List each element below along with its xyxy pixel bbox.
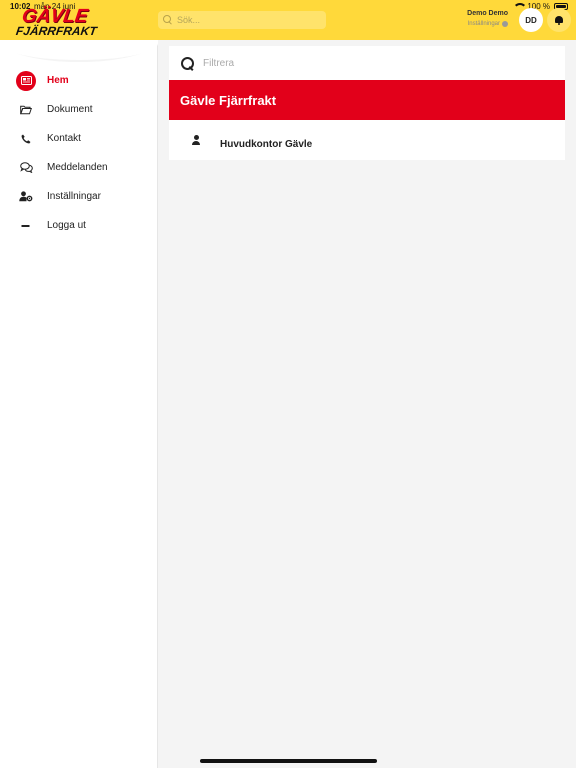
- sidebar-item-label: Logga ut: [47, 220, 86, 231]
- user-settings-label: Inställningar: [467, 21, 500, 27]
- sidebar-curve: [0, 40, 158, 62]
- notifications-button[interactable]: [547, 8, 571, 32]
- folder-open-icon: [18, 102, 34, 118]
- app-header: 10:02 mån 24 juni 100 % GÄVLE FJÄRRFRAKT…: [0, 0, 576, 40]
- logo-text-bottom: FJÄRRFRAKT: [15, 24, 98, 38]
- minus-icon: [18, 218, 34, 234]
- company-logo[interactable]: GÄVLE FJÄRRFRAKT: [14, 6, 104, 38]
- wifi-icon: [513, 3, 528, 10]
- search-input[interactable]: [177, 15, 317, 25]
- filter-input[interactable]: [203, 57, 533, 69]
- sidebar-item-label: Meddelanden: [47, 162, 108, 173]
- group-header: Gävle Fjärrfrakt: [169, 80, 565, 120]
- sidebar-item-hem[interactable]: Hem: [0, 66, 158, 95]
- user-info[interactable]: Demo Demo Inställningar: [467, 10, 508, 27]
- avatar[interactable]: DD: [519, 8, 543, 32]
- search-icon: [181, 56, 194, 70]
- phone-icon: [18, 131, 34, 147]
- newspaper-icon: [16, 70, 36, 91]
- sidebar-item-dokument[interactable]: Dokument: [0, 95, 158, 124]
- home-indicator[interactable]: [200, 759, 377, 763]
- search-icon: [163, 15, 173, 25]
- user-gear-icon: [18, 189, 34, 205]
- sidebar-item-label: Kontakt: [47, 133, 81, 144]
- sidebar-item-kontakt[interactable]: Kontakt: [0, 124, 158, 153]
- contact-name: Huvudkontor Gävle: [220, 138, 313, 150]
- sidebar-item-label: Hem: [47, 75, 69, 86]
- user-name: Demo Demo: [467, 10, 508, 17]
- sidebar-item-installningar[interactable]: Inställningar: [0, 182, 158, 211]
- sidebar-item-logga-ut[interactable]: Logga ut: [0, 211, 158, 240]
- person-icon: [191, 135, 201, 145]
- user-gear-icon: [502, 21, 508, 27]
- filter-bar[interactable]: [169, 46, 565, 80]
- group-title: Gävle Fjärrfrakt: [180, 92, 277, 108]
- user-settings-link[interactable]: Inställningar: [467, 21, 508, 27]
- sidebar-item-label: Inställningar: [47, 191, 101, 202]
- sidebar: Hem Dokument Kontakt Meddelanden Inställ…: [0, 40, 158, 768]
- avatar-initials: DD: [525, 15, 537, 25]
- list-item[interactable]: Huvudkontor Gävle: [169, 120, 565, 160]
- bell-icon: [555, 15, 563, 25]
- chat-bubbles-icon: [18, 160, 34, 176]
- sidebar-item-label: Dokument: [47, 104, 93, 115]
- search-box[interactable]: [158, 11, 326, 29]
- sidebar-menu: Hem Dokument Kontakt Meddelanden Inställ…: [0, 66, 158, 240]
- main-content: Gävle Fjärrfrakt Huvudkontor Gävle: [169, 46, 565, 160]
- sidebar-item-meddelanden[interactable]: Meddelanden: [0, 153, 158, 182]
